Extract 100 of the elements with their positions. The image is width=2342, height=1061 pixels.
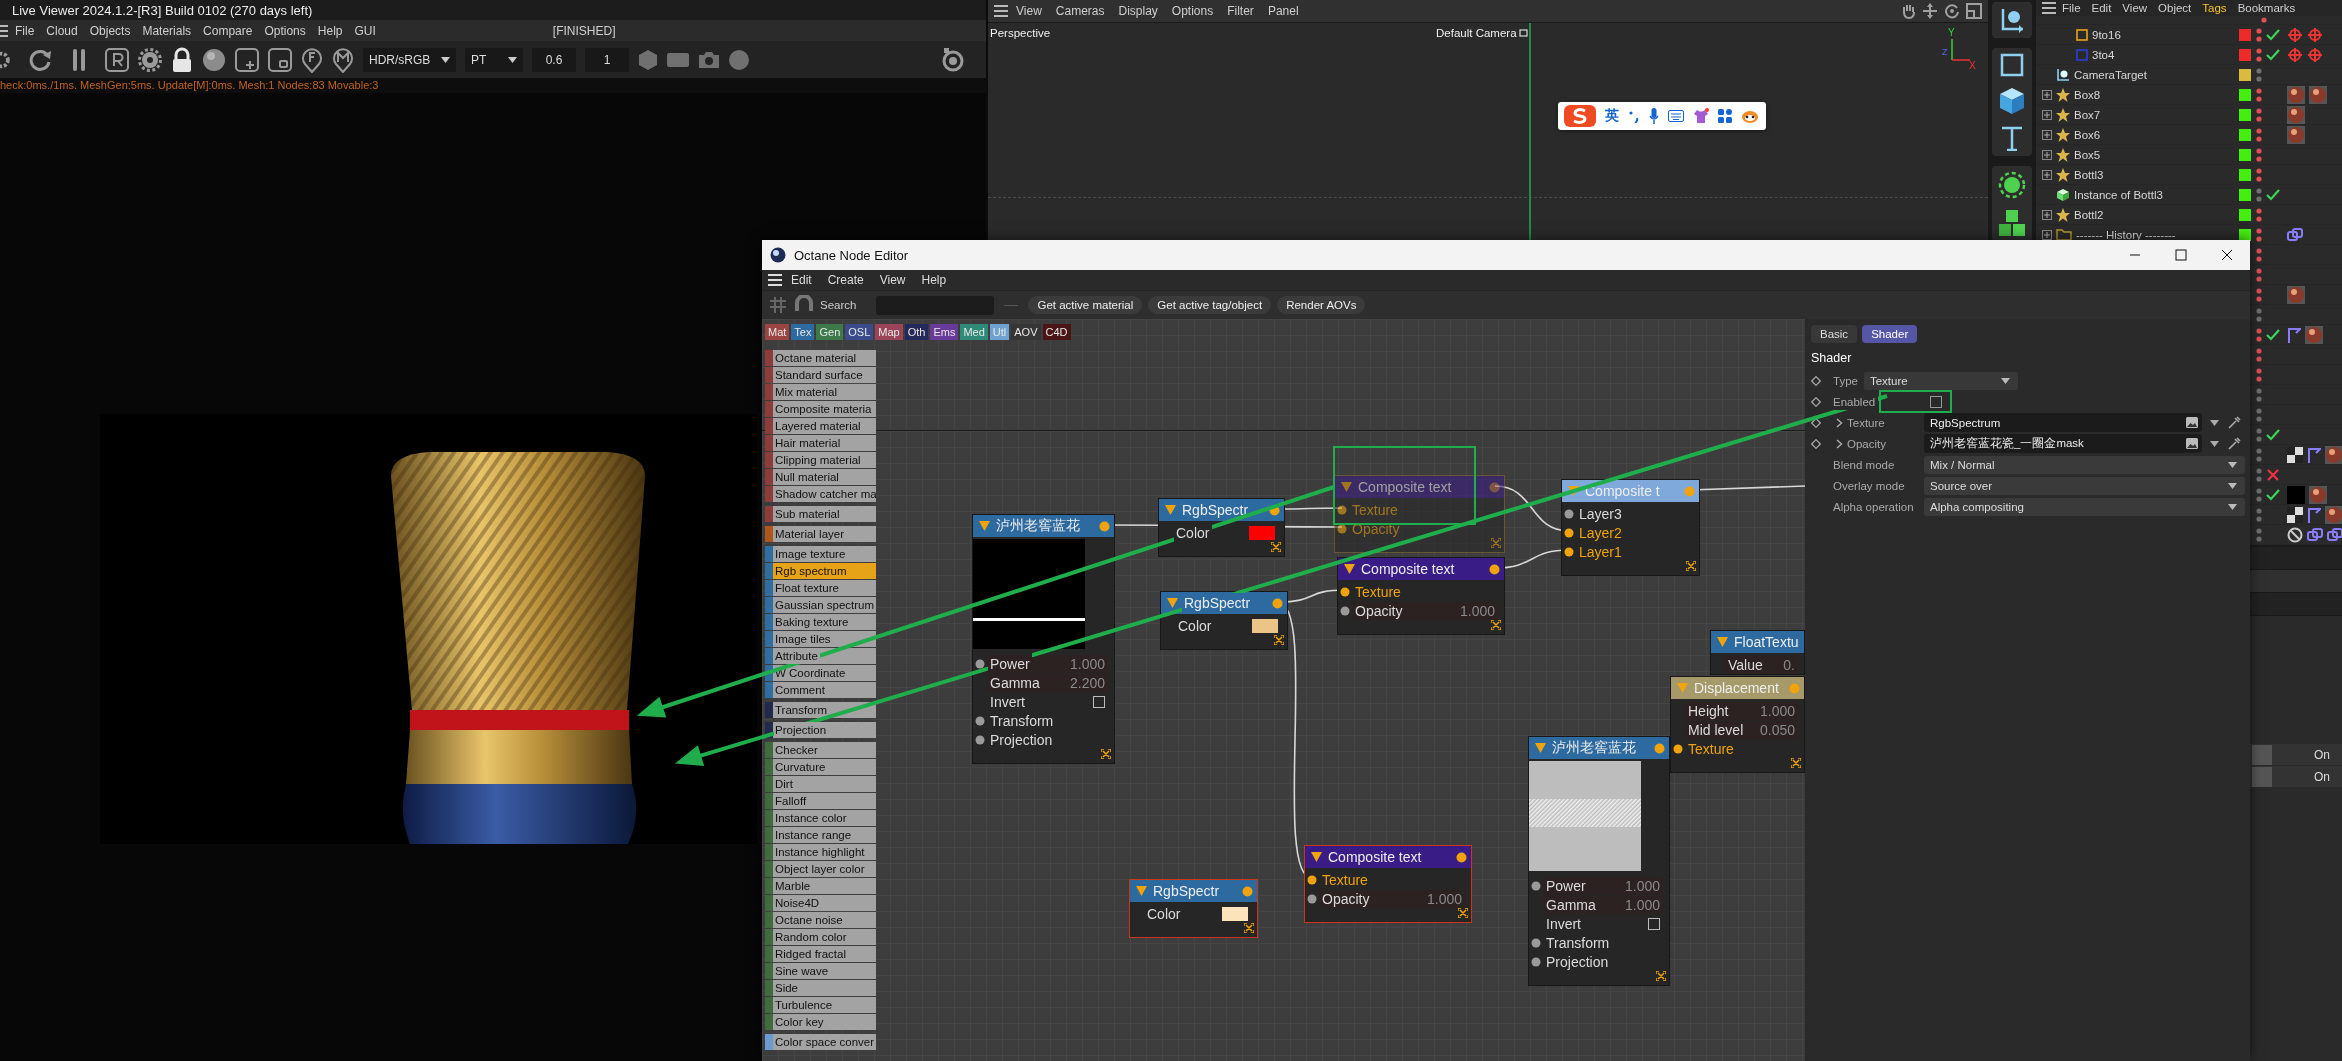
caret-icon[interactable] xyxy=(2210,419,2219,426)
input-value[interactable]: 1.000 xyxy=(1624,877,1660,894)
node-type-item[interactable]: Material layer xyxy=(773,526,876,542)
select-field[interactable]: Source over xyxy=(1924,476,2245,495)
visibility-dots[interactable] xyxy=(2256,526,2262,543)
node-type-item[interactable]: Octane noise xyxy=(773,912,876,928)
menu-item[interactable]: View xyxy=(1010,4,1048,18)
object-name[interactable]: Box6 xyxy=(2074,128,2101,141)
menu-item[interactable]: Bookmarks xyxy=(2232,2,2301,14)
flag-icon[interactable] xyxy=(2287,326,2301,343)
category-tab[interactable]: Tex xyxy=(791,324,815,340)
category-tab[interactable]: C4D xyxy=(1042,324,1071,340)
category-tab[interactable]: Mat xyxy=(765,324,790,340)
resize-icon[interactable] xyxy=(1491,538,1501,548)
shader-node[interactable]: Composite text Texture Opacity 1.000 xyxy=(1337,557,1505,635)
node-type-item[interactable]: Clipping material xyxy=(773,452,876,468)
input-socket-icon[interactable] xyxy=(1337,504,1347,515)
python-icon[interactable] xyxy=(2327,526,2342,543)
check-icon[interactable] xyxy=(2266,488,2280,501)
menu-item[interactable]: View xyxy=(2117,2,2153,14)
camera-switch-icon[interactable] xyxy=(1518,28,1529,38)
texture-link-field[interactable]: 泸州老窖蓝花瓷_一圈金mask xyxy=(1924,434,2202,453)
check-icon[interactable] xyxy=(2266,28,2280,41)
menu-item[interactable]: Options xyxy=(1165,4,1220,18)
node-type-item[interactable]: Hair material xyxy=(773,435,876,451)
input-value[interactable]: 0. xyxy=(1783,656,1795,673)
node-type-item[interactable]: Image tiles xyxy=(773,631,876,647)
chevron-icon[interactable] xyxy=(508,56,517,63)
collapse-triangle-icon[interactable] xyxy=(1311,852,1322,862)
output-socket-icon[interactable] xyxy=(1456,851,1467,863)
r-box-icon[interactable] xyxy=(105,47,129,72)
node-type-item[interactable]: Sub material xyxy=(773,506,876,522)
visibility-dots[interactable] xyxy=(2256,506,2262,523)
punctuation-icon[interactable] xyxy=(1628,109,1640,123)
resize-icon[interactable] xyxy=(1791,758,1801,768)
material-sphere-icon[interactable] xyxy=(2305,325,2323,344)
folder-icon[interactable] xyxy=(2056,228,2072,241)
chevron-right-icon[interactable] xyxy=(1836,438,1843,449)
node-header[interactable]: RgbSpectr xyxy=(1159,499,1284,521)
object-name[interactable]: Box7 xyxy=(2074,108,2101,121)
visibility-dots[interactable] xyxy=(2256,346,2262,363)
menu-icon[interactable] xyxy=(768,274,782,286)
rectangle-outline-icon[interactable] xyxy=(2076,28,2088,41)
node-type-item[interactable]: Marble xyxy=(773,878,876,894)
menu-item[interactable]: View xyxy=(872,273,913,287)
node-header[interactable]: Composite text xyxy=(1305,846,1471,868)
keyboard-icon[interactable] xyxy=(1668,110,1684,122)
node-type-item[interactable]: Mix material xyxy=(773,384,876,400)
category-tab[interactable]: AOV xyxy=(1011,324,1041,340)
value-field[interactable]: 0.6 xyxy=(532,47,576,72)
input-socket-icon[interactable] xyxy=(975,715,985,726)
input-socket-icon[interactable] xyxy=(1307,874,1317,885)
menu-item[interactable]: Cameras xyxy=(1049,4,1111,18)
visibility-dots[interactable] xyxy=(2256,306,2262,323)
menu-item[interactable]: Help xyxy=(914,273,954,287)
menu-item[interactable]: File xyxy=(2057,2,2086,14)
menu-item[interactable]: Object xyxy=(2153,2,2197,14)
color-swatch[interactable] xyxy=(1222,906,1248,921)
visibility-dots[interactable] xyxy=(2256,446,2262,463)
shader-node[interactable]: 泸州老窖蓝花 Power 1.000 Gamma 2.200 Invert Transform Projection xyxy=(972,514,1115,764)
menu-item[interactable]: Help xyxy=(312,23,348,38)
output-socket-icon[interactable] xyxy=(1654,742,1665,754)
image-icon[interactable] xyxy=(2186,417,2198,428)
caret-icon[interactable] xyxy=(2228,503,2237,510)
object-name[interactable]: CameraTarget xyxy=(2074,68,2147,81)
menu-icon[interactable] xyxy=(2042,2,2056,14)
material-sphere-icon[interactable] xyxy=(2325,445,2342,464)
node-type-item[interactable]: Rgb spectrum xyxy=(773,563,876,579)
visibility-dots[interactable] xyxy=(2256,486,2262,503)
collapse-triangle-icon[interactable] xyxy=(1165,505,1176,515)
collapse-triangle-icon[interactable] xyxy=(1535,743,1546,753)
node-type-item[interactable]: Gaussian spectrum xyxy=(773,597,876,613)
gear-icon[interactable] xyxy=(138,47,162,72)
node-header[interactable]: 泸州老窖蓝花 xyxy=(973,515,1114,537)
checker-icon[interactable] xyxy=(2287,446,2303,463)
node-type-item[interactable]: Random color xyxy=(773,929,876,945)
python-icon[interactable] xyxy=(2307,526,2323,543)
node-type-item[interactable]: Projection xyxy=(773,722,876,738)
input-value[interactable]: 2.200 xyxy=(1069,674,1105,691)
material-sphere-icon[interactable] xyxy=(2287,105,2305,124)
visibility-dots[interactable] xyxy=(2256,426,2262,443)
node-type-item[interactable]: Null material xyxy=(773,469,876,485)
m-pin-icon[interactable] xyxy=(332,46,354,73)
add-box-icon[interactable] xyxy=(235,47,259,72)
eyedropper-icon[interactable] xyxy=(2227,436,2241,451)
checker-icon[interactable] xyxy=(2287,506,2303,523)
visibility-dots[interactable] xyxy=(2256,246,2262,263)
category-tab[interactable]: Map xyxy=(875,324,903,340)
shader-node[interactable]: Composite text Texture Opacity xyxy=(1334,475,1505,553)
expand-icon[interactable] xyxy=(2042,229,2052,240)
material-sphere-icon[interactable] xyxy=(2287,85,2305,104)
visibility-dots[interactable] xyxy=(2256,146,2262,163)
node-type-item[interactable]: Instance color xyxy=(773,810,876,826)
collapse-triangle-icon[interactable] xyxy=(1341,482,1352,492)
lock-icon[interactable] xyxy=(171,46,193,73)
image-icon[interactable] xyxy=(2186,438,2198,449)
color-space-dropdown[interactable]: HDR/sRGB xyxy=(363,47,456,72)
menu-item[interactable]: Display xyxy=(1112,4,1164,18)
square-box-icon[interactable] xyxy=(268,47,292,72)
node-type-item[interactable]: Curvature xyxy=(773,759,876,775)
